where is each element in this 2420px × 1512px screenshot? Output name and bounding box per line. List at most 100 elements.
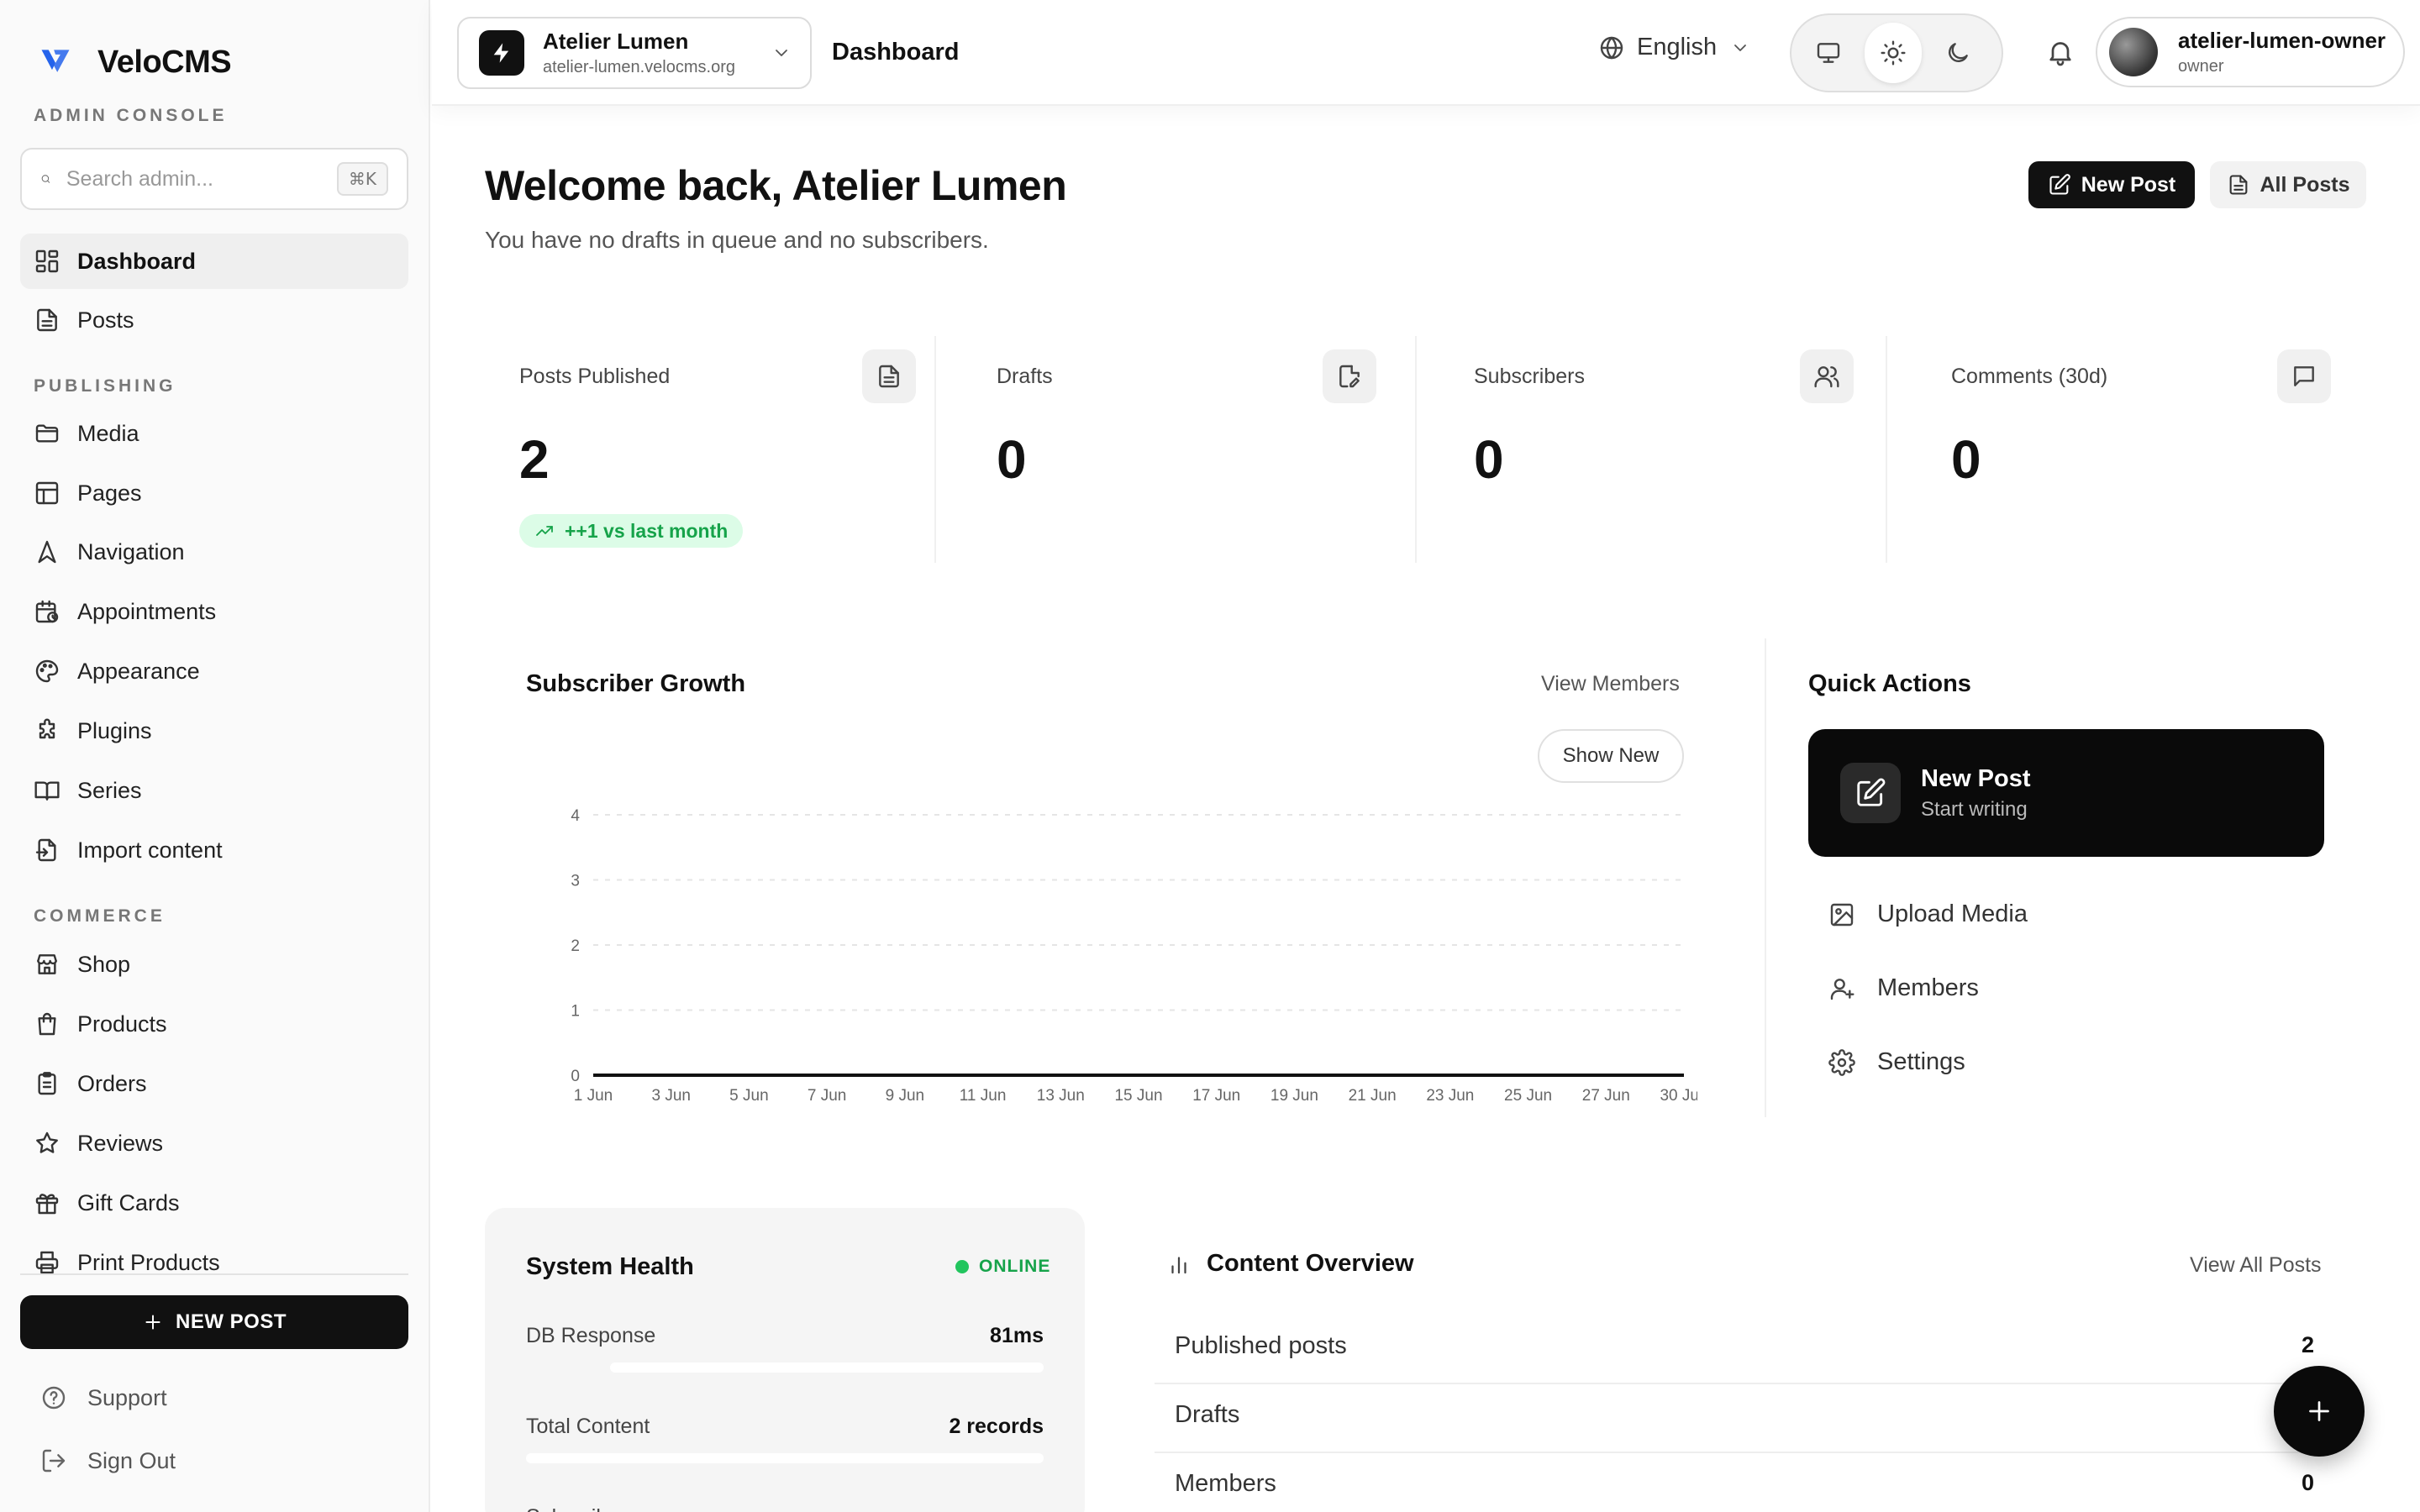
sidebar: VeloCMS ADMIN CONSOLE ⌘K Dashboard Posts… (0, 0, 430, 1512)
page-title: Welcome back, Atelier Lumen (485, 162, 1067, 209)
quick-action-new-post[interactable]: New Post Start writing (1808, 729, 2324, 857)
user-role: owner (2178, 57, 2224, 76)
monitor-icon (1815, 39, 1842, 66)
trend-badge: ++1 vs last month (519, 514, 744, 548)
site-switcher-text: Atelier Lumen atelier-lumen.velocms.org (543, 29, 771, 77)
moon-icon (1944, 39, 1971, 66)
admin-search[interactable]: ⌘K (20, 148, 408, 210)
sidebar-item-print-products[interactable]: Print Products (20, 1235, 408, 1275)
globe-icon (1598, 34, 1625, 61)
sidebar-item-label: Print Products (77, 1249, 220, 1275)
health-row-label: DB Response (526, 1324, 656, 1347)
sign-out-link[interactable]: Sign Out (40, 1447, 176, 1474)
console-label: ADMIN CONSOLE (34, 106, 228, 125)
content-row-members[interactable]: Members 0 (1155, 1453, 2323, 1512)
sidebar-item-reviews[interactable]: Reviews (20, 1116, 408, 1171)
chart-y-tick-label: 2 (571, 937, 580, 955)
quick-action-subtitle: Start writing (1921, 797, 2028, 821)
sidebar-item-label: Pages (77, 480, 142, 506)
language-label: English (1637, 34, 1718, 60)
sidebar-item-plugins[interactable]: Plugins (20, 703, 408, 759)
chart-x-tick-label: 9 Jun (886, 1087, 924, 1105)
search-input[interactable] (66, 166, 337, 192)
quick-action-icon-box (1840, 763, 1901, 823)
sidebar-item-gift-cards[interactable]: Gift Cards (20, 1175, 408, 1231)
edit-icon (1854, 777, 1886, 809)
sidebar-item-media[interactable]: Media (20, 406, 408, 461)
stat-label: Drafts (997, 365, 1053, 388)
message-square-icon (2291, 363, 2317, 390)
chart-x-tick-label: 23 Jun (1426, 1087, 1474, 1105)
content-overview-title: Content Overview (1166, 1250, 1414, 1278)
chevron-down-icon (1730, 38, 1750, 58)
image-icon (1828, 901, 1855, 928)
content-row-value: 2 (2301, 1332, 2314, 1357)
stat-divider (934, 336, 936, 563)
avatar (2109, 28, 2158, 76)
quick-action-upload-media[interactable]: Upload Media (1828, 900, 2028, 928)
stat-card-posts-published: Posts Published 2 ++1 vs last month (484, 336, 916, 563)
user-name: atelier-lumen-owner (2178, 28, 2386, 53)
sidebar-item-series[interactable]: Series (20, 763, 408, 818)
new-post-button[interactable]: New Post (2028, 161, 2195, 208)
chart-x-tick-label: 7 Jun (808, 1087, 846, 1105)
sidebar-item-orders[interactable]: Orders (20, 1056, 408, 1111)
content-row-drafts[interactable]: Drafts (1155, 1384, 2323, 1453)
stat-value: 0 (1951, 429, 1981, 490)
section-commerce: COMMERCE (34, 906, 166, 926)
bar-chart-icon (1166, 1252, 1192, 1277)
quick-action-members[interactable]: Members (1828, 974, 1979, 1002)
all-posts-button[interactable]: All Posts (2210, 161, 2366, 208)
sidebar-item-shop[interactable]: Shop (20, 937, 408, 992)
brand[interactable]: VeloCMS (37, 44, 232, 81)
file-edit-icon (1336, 363, 1363, 390)
user-menu[interactable]: atelier-lumen-owner owner (2096, 17, 2405, 87)
sidebar-item-label: Products (77, 1011, 167, 1037)
plus-icon (2304, 1396, 2334, 1426)
site-switcher[interactable]: Atelier Lumen atelier-lumen.velocms.org (457, 17, 812, 89)
sidebar-item-dashboard[interactable]: Dashboard (20, 234, 408, 289)
sidebar-item-appointments[interactable]: Appointments (20, 584, 408, 639)
content-row-published[interactable]: Published posts 2 (1155, 1315, 2323, 1384)
sidebar-item-import-content[interactable]: Import content (20, 822, 408, 878)
health-row-label: Total Content (526, 1415, 650, 1438)
breadcrumb: Dashboard (832, 39, 960, 66)
theme-dark-button[interactable] (1928, 23, 1986, 83)
chart-x-tick-label: 19 Jun (1270, 1087, 1318, 1105)
chart-y-tick-label: 0 (571, 1068, 580, 1085)
floating-add-button[interactable] (2274, 1366, 2365, 1457)
chart-y-tick-label: 1 (571, 1003, 580, 1021)
support-label: Support (87, 1384, 167, 1410)
stat-value: 2 (519, 429, 550, 490)
sidebar-item-appearance[interactable]: Appearance (20, 643, 408, 699)
sidebar-nav: Dashboard Posts PUBLISHING Media Pages N… (20, 234, 408, 1275)
chart-x-tick-label: 13 Jun (1037, 1087, 1085, 1105)
new-post-label: New Post (2081, 172, 2176, 197)
sidebar-item-products[interactable]: Products (20, 996, 408, 1052)
sidebar-item-navigation[interactable]: Navigation (20, 524, 408, 580)
user-plus-icon (1828, 975, 1855, 1002)
view-all-posts-link[interactable]: View All Posts (2190, 1253, 2322, 1278)
sidebar-item-posts[interactable]: Posts (20, 292, 408, 348)
support-link[interactable]: Support (40, 1384, 167, 1411)
health-row-value: 81ms (990, 1324, 1044, 1347)
view-members-link[interactable]: View Members (1541, 672, 1680, 696)
sidebar-item-label: Import content (77, 837, 223, 863)
quick-action-settings[interactable]: Settings (1828, 1048, 1965, 1076)
bell-icon[interactable] (2045, 37, 2075, 67)
sidebar-new-post-button[interactable]: NEW POST (20, 1295, 408, 1349)
sidebar-item-pages[interactable]: Pages (20, 465, 408, 521)
language-selector[interactable]: English (1598, 34, 1750, 61)
chart-y-tick-label: 3 (571, 873, 580, 890)
theme-system-button[interactable] (1800, 23, 1858, 83)
show-new-button[interactable]: Show New (1538, 729, 1684, 783)
file-text-icon (2227, 173, 2250, 197)
quick-actions-divider (1765, 638, 1766, 1117)
total-content-bar (526, 1453, 1044, 1463)
chart-x-tick-label: 5 Jun (729, 1087, 768, 1105)
star-icon (34, 1130, 60, 1157)
printer-icon (34, 1249, 60, 1275)
site-name: Atelier Lumen (543, 29, 689, 54)
stat-card-subscribers: Subscribers 0 (1440, 336, 1860, 563)
theme-light-button[interactable] (1864, 23, 1923, 83)
